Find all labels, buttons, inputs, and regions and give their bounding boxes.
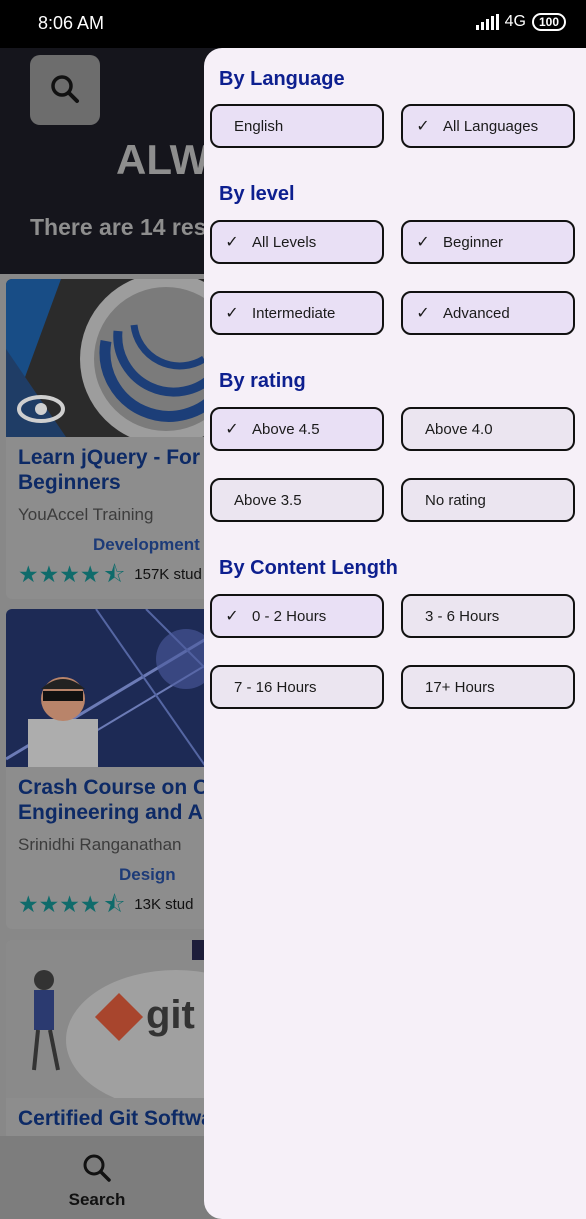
chip-label: All Languages xyxy=(443,117,539,135)
section-title-content-length: By Content Length xyxy=(219,557,398,579)
check-icon: ✓ xyxy=(416,305,430,322)
chip-beginner[interactable]: ✓ Beginner xyxy=(401,220,575,264)
check-icon: ✓ xyxy=(225,234,239,251)
section-title-rating: By rating xyxy=(219,370,306,392)
star-icon: ★★★★ xyxy=(18,891,101,917)
page-title: ALW xyxy=(116,136,210,183)
chip-above-3-5[interactable]: Above 3.5 xyxy=(210,478,384,522)
chip-label: No rating xyxy=(425,491,486,509)
battery-icon: 100 xyxy=(531,13,566,31)
chip-english[interactable]: English xyxy=(210,104,384,148)
git-logo-text: git xyxy=(146,993,195,1037)
student-count: 13K stud xyxy=(134,896,194,913)
chip-label: Advanced xyxy=(443,304,510,322)
check-icon: ✓ xyxy=(416,118,430,135)
chip-above-4-5[interactable]: ✓ Above 4.5 xyxy=(210,407,384,451)
chip-label: 0 - 2 Hours xyxy=(252,607,327,625)
course-category: Development xyxy=(93,535,200,554)
nav-search-tab[interactable]: Search xyxy=(60,1151,134,1210)
status-icons: 4G 100 xyxy=(475,13,566,31)
chip-label: English xyxy=(234,117,284,135)
chip-intermediate[interactable]: ✓ Intermediate xyxy=(210,291,384,335)
half-star-icon: ⯪ xyxy=(103,891,126,917)
course-category: Design xyxy=(119,865,176,884)
chip-3-6-hours[interactable]: 3 - 6 Hours xyxy=(401,594,575,638)
course-rating: ★★★★ ⯪ 13K stud xyxy=(18,893,193,916)
chip-0-2-hours[interactable]: ✓ 0 - 2 Hours xyxy=(210,594,384,638)
search-icon xyxy=(83,1154,111,1182)
filter-drawer: By Language English ✓ All Languages By l… xyxy=(204,48,586,1219)
student-count: 157K stud xyxy=(134,566,202,583)
chip-advanced[interactable]: ✓ Advanced xyxy=(401,291,575,335)
chip-label: Above 3.5 xyxy=(234,491,302,509)
check-icon: ✓ xyxy=(225,305,239,322)
status-time: 8:06 AM xyxy=(38,13,105,33)
chip-label: 7 - 16 Hours xyxy=(234,678,317,696)
chip-all-levels[interactable]: ✓ All Levels xyxy=(210,220,384,264)
chip-label: Intermediate xyxy=(252,304,336,322)
course-author: YouAccel Training xyxy=(18,505,154,524)
network-type: 4G xyxy=(504,13,526,30)
check-icon: ✓ xyxy=(225,608,239,625)
chip-all-languages[interactable]: ✓ All Languages xyxy=(401,104,575,148)
check-icon: ✓ xyxy=(416,234,430,251)
chip-label: Above 4.0 xyxy=(425,420,493,438)
chip-label: Beginner xyxy=(443,233,504,251)
signal-icon xyxy=(475,14,499,30)
course-rating: ★★★★ ⯪ 157K stud xyxy=(18,563,202,586)
chip-label: Above 4.5 xyxy=(252,420,320,438)
search-icon xyxy=(51,75,79,103)
half-star-icon: ⯪ xyxy=(103,561,126,587)
section-title-language: By Language xyxy=(219,68,345,90)
course-author: Srinidhi Ranganathan xyxy=(18,835,182,854)
chip-7-16-hours[interactable]: 7 - 16 Hours xyxy=(210,665,384,709)
nav-search-label: Search xyxy=(68,1190,126,1209)
chip-above-4-0[interactable]: Above 4.0 xyxy=(401,407,575,451)
chip-label: 3 - 6 Hours xyxy=(425,607,500,625)
search-button[interactable] xyxy=(30,55,100,125)
status-bar: 8:06 AM 4G 100 xyxy=(0,0,586,48)
chip-no-rating[interactable]: No rating xyxy=(401,478,575,522)
chip-label: All Levels xyxy=(252,233,317,251)
star-icon: ★★★★ xyxy=(18,561,101,587)
chip-label: 17+ Hours xyxy=(425,678,495,696)
check-icon: ✓ xyxy=(225,421,239,438)
section-title-level: By level xyxy=(219,183,295,205)
results-count: There are 14 res xyxy=(30,214,207,240)
chip-17-plus-hours[interactable]: 17+ Hours xyxy=(401,665,575,709)
